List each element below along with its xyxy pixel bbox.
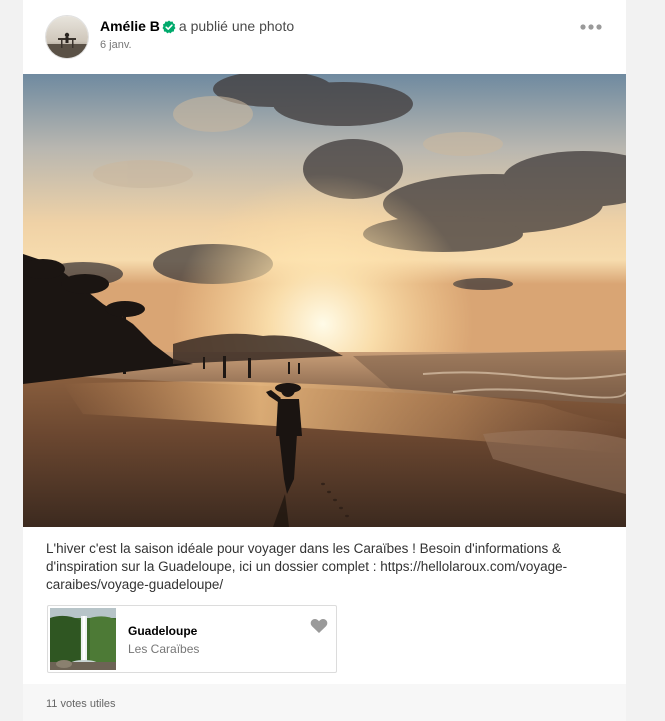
author-avatar[interactable]	[46, 16, 88, 58]
helpful-votes-count[interactable]: 11 votes utiles	[46, 698, 116, 710]
post-photo[interactable]	[23, 74, 626, 527]
post-action-text: a publié une photo	[178, 18, 295, 34]
place-card[interactable]: Guadeloupe Les Caraïbes	[47, 605, 337, 673]
author-name[interactable]: Amélie B	[100, 18, 160, 34]
place-region: Les Caraïbes	[128, 642, 200, 656]
post-card: Amélie B a publié une photo 6 janv. L'hiv…	[23, 0, 626, 721]
post-date: 6 janv.	[100, 39, 132, 51]
post-header: Amélie B a publié une photo 6 janv.	[23, 0, 626, 74]
post-caption: L'hiver c'est la saison idéale pour voya…	[46, 541, 568, 592]
avatar-image	[46, 16, 88, 58]
more-options-button[interactable]	[579, 20, 603, 34]
heart-icon	[310, 619, 328, 633]
author-line: Amélie B a publié une photo	[100, 17, 294, 38]
waterfall-thumbnail	[50, 608, 116, 670]
post-footer: 11 votes utiles	[23, 684, 626, 721]
place-name: Guadeloupe	[128, 624, 198, 638]
ellipsis-icon	[580, 24, 602, 30]
save-place-button[interactable]	[310, 618, 328, 634]
verified-check-icon	[162, 20, 176, 38]
